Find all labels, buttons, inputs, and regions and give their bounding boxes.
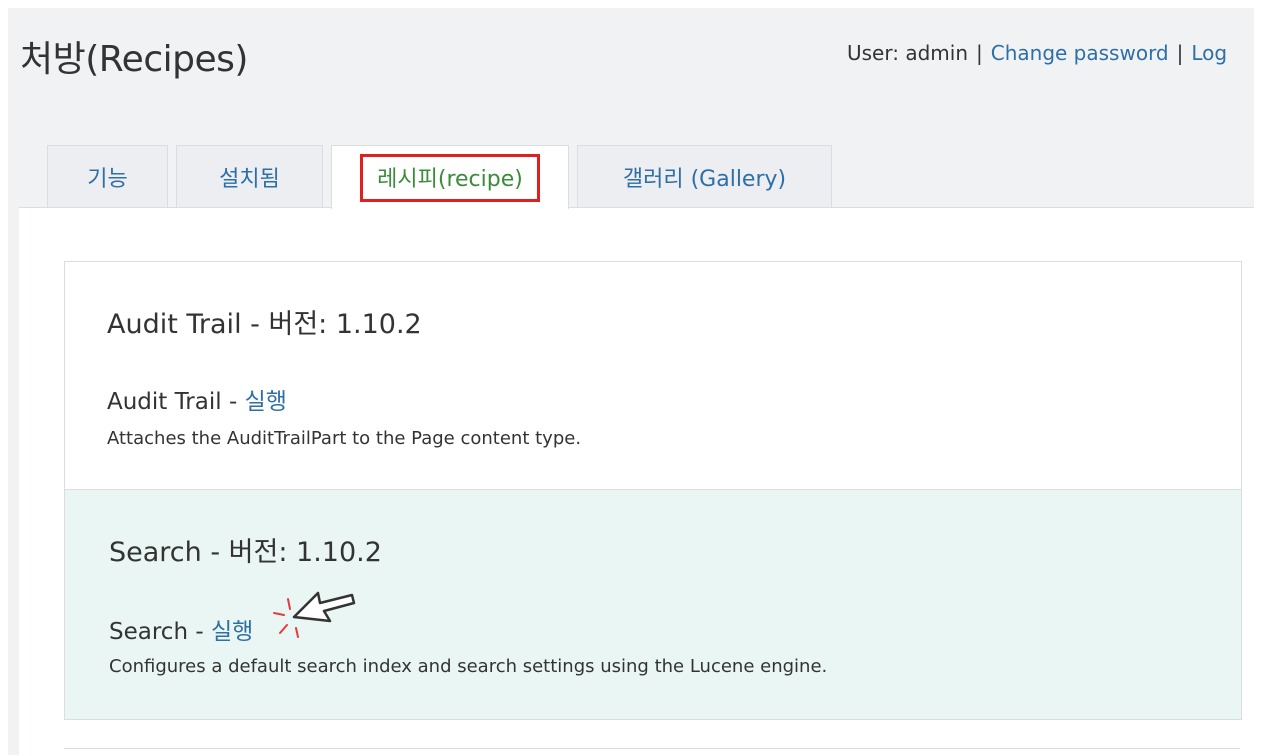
tab-label: 갤러리 (Gallery) <box>622 166 787 192</box>
tab-label-highlighted: 레시피(recipe) <box>360 153 540 202</box>
recipe-name-line: Search - 실행 <box>109 612 253 646</box>
list-item: Audit Trail - 버전: 1.10.2 Audit Trail - 실… <box>65 262 1241 488</box>
user-label: User: admin <box>847 41 968 65</box>
user-bar: User: admin | Change password | Log <box>847 41 1255 65</box>
tab-label: 설치됨 <box>219 166 280 192</box>
run-recipe-link[interactable]: 실행 <box>245 389 287 415</box>
tab-gallery[interactable]: 갤러리 (Gallery) <box>577 145 832 207</box>
recipe-heading: Search - 버전: 1.10.2 <box>109 537 382 568</box>
separator: | <box>976 41 983 65</box>
run-recipe-link[interactable]: 실행 <box>211 619 253 645</box>
tab-label: 기능 <box>87 166 128 192</box>
recipe-name-line: Audit Trail - 실행 <box>107 382 287 416</box>
change-password-link[interactable]: Change password <box>991 41 1169 65</box>
tab-features[interactable]: 기능 <box>47 145 168 207</box>
recipe-heading: Audit Trail - 버전: 1.10.2 <box>107 309 422 340</box>
logout-link[interactable]: Log <box>1191 41 1227 65</box>
tab-installed[interactable]: 설치됨 <box>176 145 323 207</box>
click-pointer-icon <box>273 591 356 638</box>
recipe-name: Search - <box>109 619 211 645</box>
recipe-description: Configures a default search index and se… <box>109 656 828 677</box>
recipe-name: Audit Trail - <box>107 389 245 415</box>
list-item: Search - 버전: 1.10.2 Search - 실행 Configur… <box>65 489 1241 719</box>
separator: | <box>1176 41 1184 65</box>
tab-recipes[interactable]: 레시피(recipe) <box>331 145 569 209</box>
recipe-description: Attaches the AuditTrailPart to the Page … <box>107 428 582 449</box>
recipe-list: Audit Trail - 버전: 1.10.2 Audit Trail - 실… <box>64 261 1242 720</box>
page-title: 처방(Recipes) <box>20 39 248 80</box>
